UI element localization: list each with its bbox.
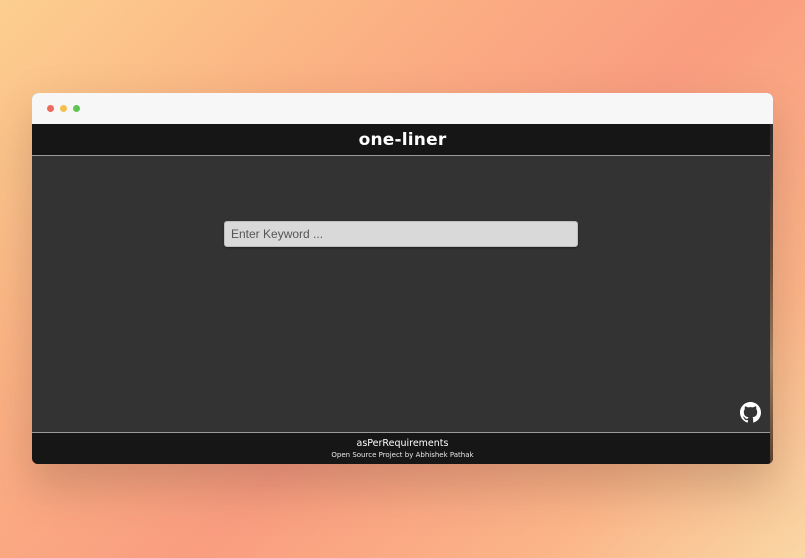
window-edge-strip (770, 124, 773, 464)
app-header: one-liner (32, 124, 773, 156)
keyword-search-input[interactable] (224, 221, 578, 247)
github-icon (740, 402, 761, 423)
close-window-button[interactable] (47, 105, 54, 112)
browser-window: one-liner asPerRequirements Open Source … (32, 93, 773, 464)
main-content (32, 156, 773, 432)
footer-title: asPerRequirements (356, 437, 449, 449)
footer-subtitle: Open Source Project by Abhishek Pathak (331, 450, 474, 459)
minimize-window-button[interactable] (60, 105, 67, 112)
app-title: one-liner (358, 129, 447, 150)
maximize-window-button[interactable] (73, 105, 80, 112)
github-link[interactable] (740, 402, 761, 423)
window-titlebar (32, 93, 773, 124)
app-footer: asPerRequirements Open Source Project by… (32, 432, 773, 464)
